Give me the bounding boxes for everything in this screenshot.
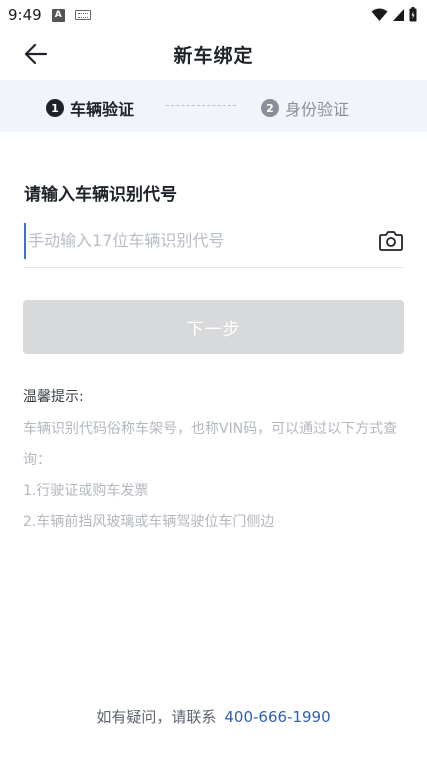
status-bar: 9:49 A	[0, 0, 427, 30]
status-time: 9:49	[8, 6, 42, 24]
wifi-icon	[371, 8, 388, 21]
vin-input-row	[24, 214, 404, 268]
tips-section: 温馨提示: 车辆识别代码俗称车架号，也称VIN码，可以通过以下方式查询： 1.行…	[23, 386, 403, 538]
scan-camera-button[interactable]	[376, 226, 406, 256]
step-identity-verify: 2 身份验证	[261, 96, 349, 120]
contact-text: 如有疑问，请联系	[96, 708, 217, 726]
screen: 9:49 A 新车绑定 1 车辆验证 2 身份验证 请输入车辆识别代号 手动输入…	[0, 0, 427, 759]
contact-footer: 如有疑问，请联系 400-666-1990	[0, 706, 427, 727]
tips-line: 2.车辆前挡风玻璃或车辆驾驶位车门侧边	[23, 514, 275, 530]
camera-icon	[379, 230, 403, 251]
tips-line: 车辆识别代码俗称车架号，也称VIN码，可以通过以下方式查询：	[23, 421, 398, 468]
step-label: 车辆验证	[70, 100, 135, 119]
tips-line: 1.行驶证或购车发票	[23, 483, 149, 499]
battery-icon	[409, 7, 417, 22]
status-right-icons	[371, 7, 417, 22]
app-header: 新车绑定	[0, 30, 427, 78]
next-step-button[interactable]: 下一步	[23, 300, 404, 354]
stepper: 1 车辆验证 2 身份验证	[0, 80, 427, 132]
step-vehicle-verify: 1 车辆验证	[46, 96, 134, 120]
signal-icon	[393, 8, 404, 21]
page-title: 新车绑定	[173, 44, 254, 67]
back-button[interactable]	[20, 40, 52, 68]
step-number: 1	[46, 99, 64, 117]
vin-form-title: 请输入车辆识别代号	[24, 185, 177, 205]
notification-a-icon: A	[51, 8, 65, 22]
tips-title: 温馨提示:	[23, 389, 84, 405]
contact-phone-link[interactable]: 400-666-1990	[224, 708, 330, 726]
step-number: 2	[261, 99, 279, 117]
step-label: 身份验证	[285, 100, 350, 119]
arrow-left-icon	[24, 43, 48, 65]
vin-input[interactable]	[24, 222, 376, 259]
keyboard-icon	[74, 10, 91, 20]
step-connector	[166, 105, 236, 106]
